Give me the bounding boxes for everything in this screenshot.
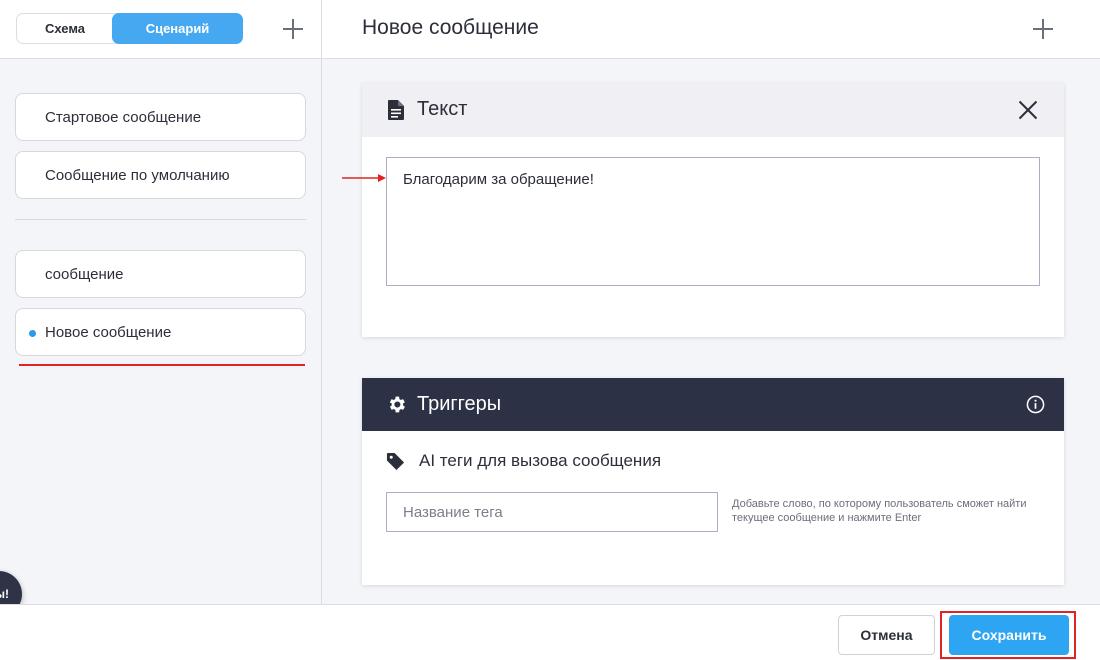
sidebar-item-new-message[interactable]: Новое сообщение	[15, 308, 306, 356]
sidebar-item-label: Сообщение по умолчанию	[45, 166, 230, 184]
sidebar: Схема Сценарий Стартовое сообщение Сообщ…	[0, 0, 322, 617]
triggers-card: Триггеры AI теги для вызова сообщения До…	[362, 378, 1064, 585]
gear-icon	[389, 396, 405, 413]
tab-scenario[interactable]: Сценарий	[112, 13, 243, 44]
tag-name-input[interactable]	[386, 492, 718, 532]
sidebar-item-label: Новое сообщение	[45, 323, 172, 341]
main-content: Текст Благодарим за обращение! Триггеры	[322, 59, 1100, 604]
ai-tags-label: AI теги для вызова сообщения	[419, 451, 662, 470]
sidebar-header: Схема Сценарий	[0, 0, 321, 59]
tag-hint-text: Добавьте слово, по которому пользователь…	[732, 498, 1027, 524]
app-root: Схема Сценарий Стартовое сообщение Сообщ…	[0, 0, 1100, 660]
sidebar-item-start-message[interactable]: Стартовое сообщение	[15, 93, 306, 141]
chat-widget-label: ы!	[0, 587, 9, 601]
sidebar-item-default-message[interactable]: Сообщение по умолчанию	[15, 151, 306, 199]
annotation-arrow-icon	[342, 174, 386, 182]
cancel-button[interactable]: Отмена	[838, 615, 935, 655]
annotation-underline	[19, 364, 305, 366]
save-button[interactable]: Сохранить	[949, 615, 1069, 655]
active-dot-icon	[29, 330, 36, 337]
sidebar-item-label: сообщение	[45, 265, 124, 283]
text-card-header: Текст	[362, 83, 1064, 137]
view-switcher: Схема Сценарий	[16, 13, 243, 44]
text-card-title: Текст	[417, 98, 468, 120]
triggers-card-title: Триггеры	[417, 393, 502, 415]
ai-tags-row: AI теги для вызова сообщения	[386, 451, 661, 471]
main-header: Новое сообщение	[322, 0, 1100, 59]
sidebar-item-message[interactable]: сообщение	[15, 250, 306, 298]
document-icon	[388, 100, 404, 120]
sidebar-divider	[15, 219, 306, 220]
add-block-plus-icon[interactable]	[1032, 18, 1054, 40]
tab-schema[interactable]: Схема	[17, 13, 113, 44]
page-title: Новое сообщение	[362, 16, 539, 39]
info-icon[interactable]	[1026, 395, 1045, 414]
add-scenario-plus-icon[interactable]	[282, 18, 304, 40]
text-card: Текст Благодарим за обращение!	[362, 83, 1064, 337]
sidebar-item-label: Стартовое сообщение	[45, 108, 202, 126]
triggers-card-header: Триггеры	[362, 378, 1064, 431]
close-icon[interactable]	[1018, 100, 1038, 120]
tag-icon	[386, 452, 405, 470]
message-text-field[interactable]: Благодарим за обращение!	[386, 157, 1040, 286]
footer-bar: Отмена Сохранить	[0, 604, 1100, 660]
